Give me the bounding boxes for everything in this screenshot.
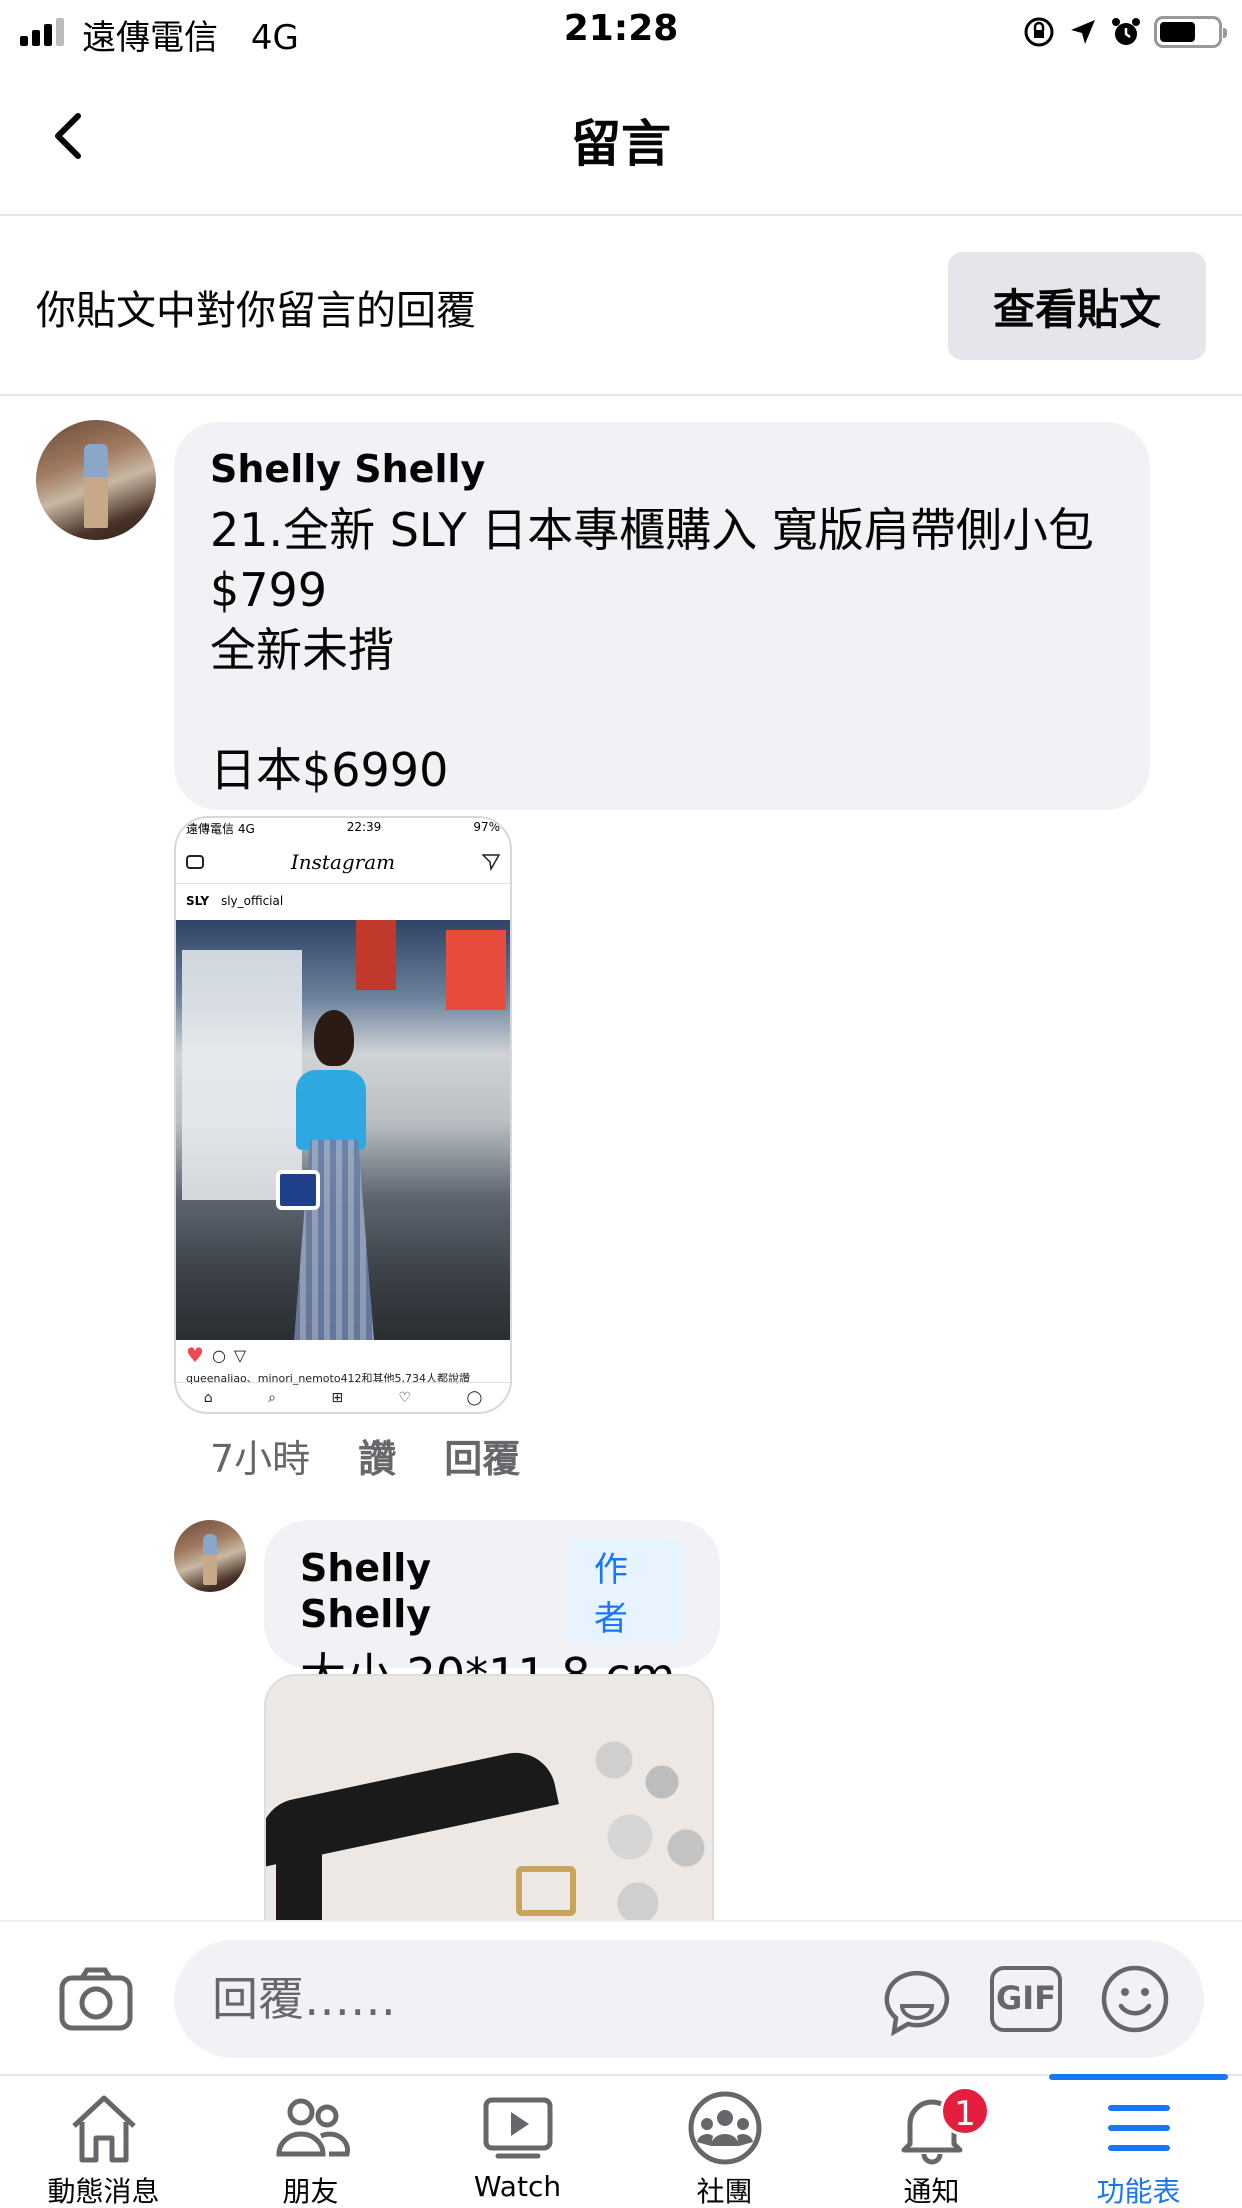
- battery-fill: [1160, 22, 1195, 42]
- comment-bubble-icon: ○: [211, 1345, 226, 1365]
- status-icons: [1022, 12, 1227, 52]
- battery-icon: [1154, 16, 1227, 48]
- tab-label: 社團: [696, 2175, 753, 2208]
- friends-icon: [275, 2098, 350, 2157]
- attachment-battery: 97%: [473, 820, 500, 834]
- tab-notifications[interactable]: 1 通知: [828, 2076, 1035, 2208]
- comment-bubble[interactable]: Shelly Shelly 21.全新 SLY 日本專櫃購入 寬版肩帶側小包 $…: [174, 422, 1150, 810]
- comment-author[interactable]: Shelly Shelly: [210, 446, 1114, 492]
- sticker-icon[interactable]: [880, 1962, 954, 2036]
- attachment-photo: [176, 920, 510, 1340]
- comment-attachment-image[interactable]: 遠傳電信 4G 22:39 97% Instagram SLY sly_offi…: [174, 816, 512, 1414]
- share-icon: ▽: [233, 1345, 247, 1365]
- alarm-icon: [1112, 18, 1140, 45]
- attachment-tabbar: ⌂ ⌕ ⊞ ♡ ◯: [176, 1382, 510, 1412]
- heart-outline-icon: ♡: [398, 1389, 412, 1406]
- comment-time: 7小時: [210, 1437, 311, 1481]
- view-post-button[interactable]: 查看貼文: [948, 252, 1206, 360]
- tab-watch[interactable]: Watch: [414, 2076, 621, 2208]
- attachment-carrier: 遠傳電信 4G: [186, 822, 255, 836]
- location-arrow-icon: [1071, 20, 1095, 44]
- tab-news-feed[interactable]: 動態消息: [0, 2076, 207, 2208]
- avatar[interactable]: [36, 420, 156, 540]
- page-title: 留言: [571, 115, 671, 173]
- send-icon: [481, 853, 500, 871]
- reply-composer: GIF: [0, 1920, 1242, 2074]
- bottom-tab-bar: 動態消息 朋友 Watch 社團 1 通知 功能表: [0, 2074, 1242, 2208]
- tab-friends[interactable]: 朋友: [207, 2076, 414, 2208]
- status-bar: 遠傳電信 4G 21:28: [0, 0, 1242, 62]
- profile-icon: ◯: [466, 1389, 483, 1406]
- tab-label: 動態消息: [47, 2175, 160, 2208]
- attachment-actions: ♥ ○ ▽: [176, 1340, 510, 1370]
- home-icon: ⌂: [203, 1389, 213, 1406]
- rotation-lock-icon: [1024, 17, 1054, 47]
- reply-button[interactable]: 回覆: [444, 1428, 520, 1483]
- attachment-account-row: SLY sly_official: [176, 884, 510, 920]
- watch-icon: [483, 2097, 552, 2159]
- attachment-app-name: Instagram: [290, 849, 396, 874]
- tab-groups[interactable]: 社團: [621, 2076, 828, 2208]
- attachment-time: 22:39: [346, 820, 382, 834]
- attachment-account: sly_official: [220, 894, 284, 908]
- author-badge: 作者: [567, 1540, 684, 1642]
- camera-icon: [186, 854, 204, 869]
- tab-label: 功能表: [1096, 2175, 1181, 2208]
- search-icon: ⌕: [268, 1389, 276, 1406]
- tab-label: 通知: [903, 2175, 960, 2208]
- page-header: 留言: [0, 62, 1242, 216]
- emoji-icon[interactable]: [1098, 1962, 1172, 2036]
- tab-label: 朋友: [282, 2175, 339, 2208]
- menu-icon: [1107, 2105, 1170, 2151]
- home-icon: [71, 2095, 136, 2163]
- reply-avatar[interactable]: [174, 1520, 246, 1592]
- groups-icon: [688, 2091, 761, 2165]
- attachment-status-bar: 遠傳電信 4G 22:39 97%: [176, 818, 510, 840]
- attachment-app-bar: Instagram: [176, 840, 510, 884]
- reply-header: Shelly Shelly 作者: [300, 1540, 684, 1642]
- notification-badge: 1: [940, 2086, 990, 2136]
- context-bar: 你貼文中對你留言的回覆 查看貼文: [0, 216, 1242, 396]
- reply-bubble[interactable]: Shelly Shelly 作者 大小 20*11.8 cm: [264, 1520, 720, 1702]
- tab-label: Watch: [473, 2170, 562, 2203]
- heart-icon: ♥: [186, 1343, 204, 1367]
- gif-label: GIF: [995, 1979, 1057, 2017]
- context-text: 你貼文中對你留言的回覆: [36, 288, 476, 334]
- attachment-account-badge: SLY: [186, 894, 210, 908]
- like-button[interactable]: 讚: [358, 1428, 396, 1483]
- comment-text: 21.全新 SLY 日本專櫃購入 寬版肩帶側小包 $799 全新未揹 日本$69…: [210, 503, 1094, 797]
- comment-meta: 7小時 讚 回覆: [210, 1428, 520, 1483]
- camera-icon[interactable]: [58, 1966, 134, 2032]
- tab-menu[interactable]: 功能表: [1035, 2074, 1242, 2208]
- add-icon: ⊞: [331, 1389, 344, 1406]
- reply-attachment-image[interactable]: [264, 1674, 714, 1920]
- gif-button[interactable]: GIF: [990, 1966, 1062, 2032]
- reply-author[interactable]: Shelly Shelly: [300, 1545, 560, 1637]
